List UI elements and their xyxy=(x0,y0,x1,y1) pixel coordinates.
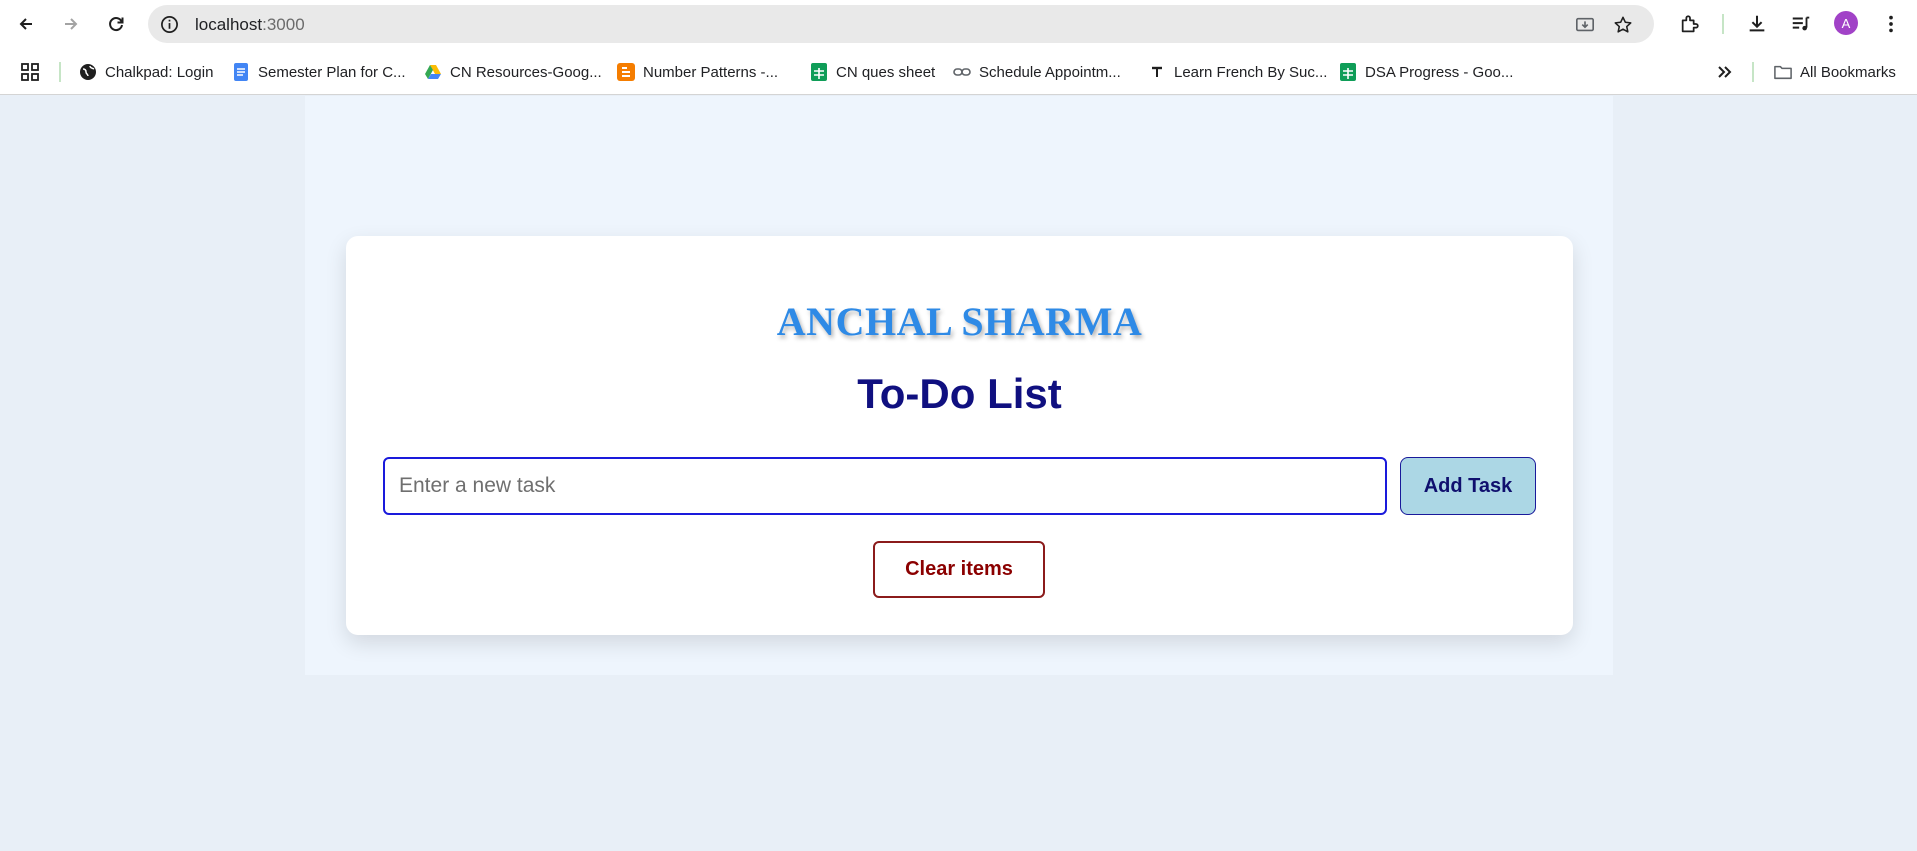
link-icon xyxy=(953,63,971,81)
apps-grid-button[interactable] xyxy=(20,60,40,84)
double-chevron-right-icon xyxy=(1718,66,1732,78)
back-button[interactable] xyxy=(12,10,40,38)
drive-icon xyxy=(424,63,442,81)
url-text: localhost:3000 xyxy=(195,15,305,35)
all-bookmarks-button[interactable]: All Bookmarks xyxy=(1774,60,1896,84)
url-host: localhost xyxy=(195,15,263,34)
install-app-icon[interactable] xyxy=(1574,14,1596,36)
bookmarks-overflow-button[interactable] xyxy=(1716,60,1734,84)
bookmark-label: Chalkpad: Login xyxy=(105,63,214,81)
extensions-icon[interactable] xyxy=(1677,11,1703,37)
bookmark-label: Number Patterns -... xyxy=(643,63,779,81)
back-arrow-icon xyxy=(19,18,32,30)
page-viewport: ANCHAL SHARMA To-Do List Add Task Clear … xyxy=(0,96,1917,851)
bookmark-label: Learn French By Suc... xyxy=(1174,63,1328,81)
site-info-icon[interactable] xyxy=(158,13,180,35)
bookmarks-bar: Chalkpad: Login Semester Plan for C... C… xyxy=(0,48,1917,95)
t-icon xyxy=(1148,63,1166,81)
more-menu-icon[interactable] xyxy=(1878,11,1904,37)
reload-button[interactable] xyxy=(102,10,130,38)
page-title: To-Do List xyxy=(857,370,1062,417)
task-input[interactable] xyxy=(383,457,1387,515)
apps-grid-icon xyxy=(21,63,39,81)
bookmark-schedule-appointment[interactable]: Schedule Appointm... xyxy=(953,60,1121,84)
todo-card: ANCHAL SHARMA To-Do List Add Task Clear … xyxy=(346,236,1573,635)
bookmark-chalkpad[interactable]: Chalkpad: Login xyxy=(79,60,213,84)
sheets-icon xyxy=(810,63,828,81)
sheets-icon xyxy=(1339,63,1357,81)
reload-icon xyxy=(109,17,124,32)
globe-icon xyxy=(79,63,97,81)
forward-button[interactable] xyxy=(57,10,85,38)
blogger-icon xyxy=(617,63,635,81)
clear-items-button[interactable]: Clear items xyxy=(873,541,1045,598)
bookmarks-separator xyxy=(1752,62,1754,82)
bookmarks-separator xyxy=(59,62,61,82)
all-bookmarks-label: All Bookmarks xyxy=(1800,63,1896,81)
bookmark-cn-ques-sheet[interactable]: CN ques sheet xyxy=(810,60,935,84)
downloads-icon[interactable] xyxy=(1744,11,1770,37)
address-bar[interactable]: localhost:3000 xyxy=(148,5,1654,43)
author-name: ANCHAL SHARMA xyxy=(776,299,1143,344)
add-task-button[interactable]: Add Task xyxy=(1400,457,1536,515)
bookmark-label: DSA Progress - Goo... xyxy=(1365,63,1514,81)
bookmark-cn-resources[interactable]: CN Resources-Goog... xyxy=(424,60,602,84)
folder-icon xyxy=(1774,63,1792,81)
bookmark-label: CN Resources-Goog... xyxy=(450,63,602,81)
bookmark-label: CN ques sheet xyxy=(836,63,936,81)
docs-icon xyxy=(232,63,250,81)
bookmark-number-patterns[interactable]: Number Patterns -... xyxy=(617,60,778,84)
forward-arrow-icon xyxy=(65,18,78,30)
profile-avatar[interactable]: A xyxy=(1834,11,1858,35)
bookmark-label: Semester Plan for C... xyxy=(258,63,406,81)
toolbar-separator xyxy=(1722,14,1724,34)
browser-toolbar: localhost:3000 A xyxy=(0,0,1917,48)
bookmark-dsa-progress[interactable]: DSA Progress - Goo... xyxy=(1339,60,1513,84)
bookmark-label: Schedule Appointm... xyxy=(979,63,1121,81)
bookmark-semester-plan[interactable]: Semester Plan for C... xyxy=(232,60,406,84)
bookmark-star-icon[interactable] xyxy=(1612,14,1634,36)
bookmark-learn-french[interactable]: Learn French By Suc... xyxy=(1148,60,1327,84)
url-port: :3000 xyxy=(262,15,305,34)
media-queue-icon[interactable] xyxy=(1788,11,1814,37)
